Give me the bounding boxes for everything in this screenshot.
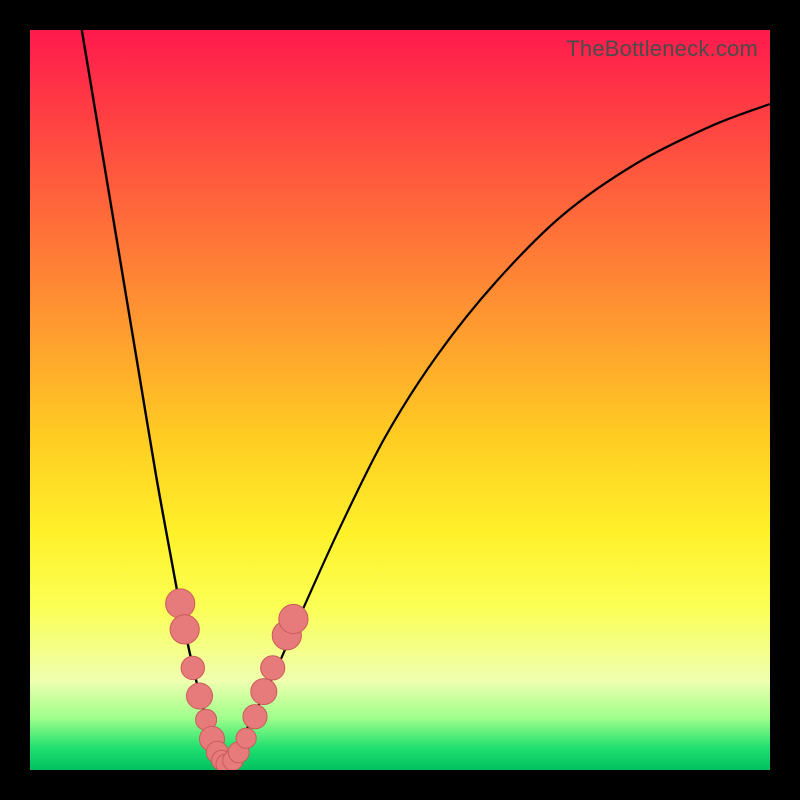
curve-marker [243,705,267,729]
curve-left [82,30,224,763]
curve-marker [170,615,199,644]
curve-marker [251,679,277,705]
curve-marker [279,604,308,633]
curve-marker [166,589,195,618]
curve-right [224,104,770,763]
chart-frame: TheBottleneck.com [0,0,800,800]
curve-marker [236,728,256,748]
curve-right-path [224,104,770,763]
curve-markers [166,589,308,770]
chart-svg [30,30,770,770]
curve-marker [261,656,285,680]
curve-left-path [82,30,224,763]
curve-marker [181,656,204,679]
chart-plot-area: TheBottleneck.com [30,30,770,770]
curve-marker [187,683,213,709]
